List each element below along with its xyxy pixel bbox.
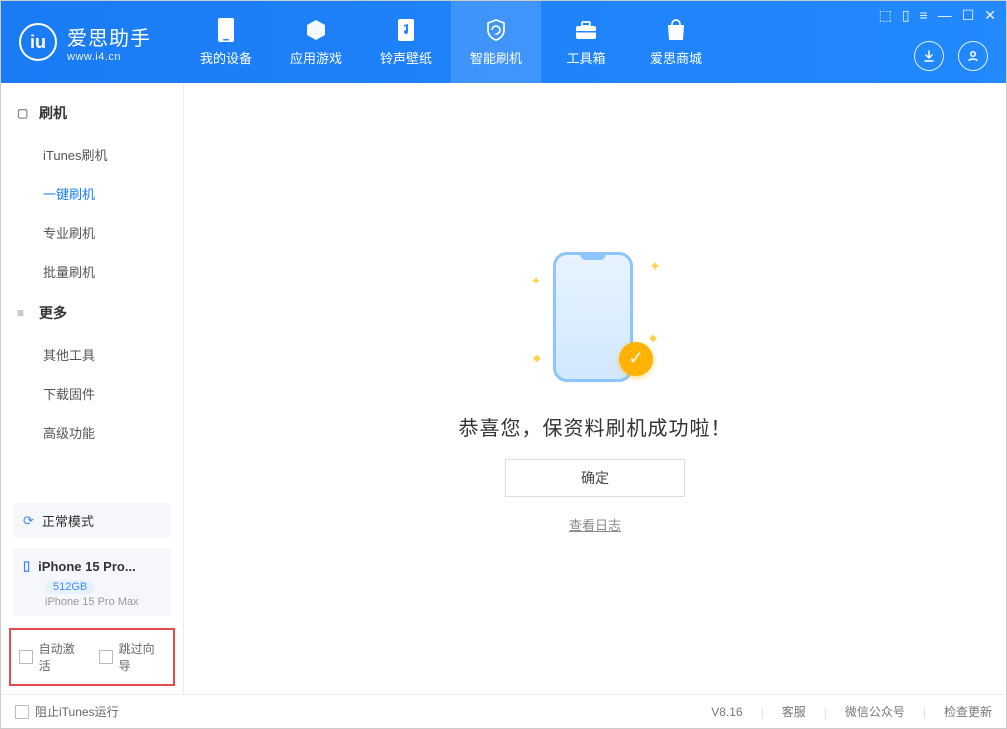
check-update-link[interactable]: 检查更新	[944, 703, 992, 720]
sidebar: ▢ 刷机 iTunes刷机 一键刷机 专业刷机 批量刷机 ≡ 更多 其他工具 下…	[1, 83, 184, 694]
sidebar-item-download-firmware[interactable]: 下载固件	[1, 374, 183, 413]
checkbox-icon	[99, 650, 113, 664]
sidebar-item-itunes-flash[interactable]: iTunes刷机	[1, 135, 183, 174]
wechat-link[interactable]: 微信公众号	[845, 703, 905, 720]
download-button[interactable]	[914, 41, 944, 71]
sidebar-item-batch-flash[interactable]: 批量刷机	[1, 252, 183, 291]
phone-icon	[214, 18, 238, 42]
app-header: iu 爱思助手 www.i4.cn 我的设备 应用游戏 铃声壁纸 智能刷机	[1, 1, 1006, 83]
phone-small-icon: ▯	[23, 558, 30, 574]
sidebar-group-more[interactable]: ≡ 更多	[1, 291, 183, 335]
sparkle-icon: ✦	[531, 274, 541, 288]
close-icon[interactable]: ✕	[984, 7, 996, 24]
app-url: www.i4.cn	[67, 51, 151, 63]
sidebar-item-advanced[interactable]: 高级功能	[1, 413, 183, 452]
flash-options-box: 自动激活 跳过向导	[9, 628, 175, 686]
group-title-label: 刷机	[39, 103, 67, 123]
separator: |	[824, 705, 827, 719]
nav-my-device[interactable]: 我的设备	[181, 1, 271, 83]
main-content: ✓ ✦ ✦ ◆ ◆ 恭喜您，保资料刷机成功啦！ 确定 查看日志	[184, 83, 1006, 694]
group-title-label: 更多	[39, 303, 67, 323]
maximize-icon[interactable]: ☐	[962, 7, 975, 24]
sidebar-item-oneclick-flash[interactable]: 一键刷机	[1, 174, 183, 213]
support-link[interactable]: 客服	[782, 703, 806, 720]
skin-icon[interactable]: ⬚	[879, 7, 892, 24]
cube-icon	[304, 18, 328, 42]
refresh-icon: ⟳	[23, 513, 34, 529]
nav-apps[interactable]: 应用游戏	[271, 1, 361, 83]
nav-ringtones[interactable]: 铃声壁纸	[361, 1, 451, 83]
nav-store[interactable]: 爱思商城	[631, 1, 721, 83]
header-action-icons	[914, 41, 988, 71]
sparkle-icon: ✦	[649, 258, 661, 275]
music-note-icon	[394, 18, 418, 42]
sparkle-icon: ◆	[649, 333, 657, 344]
sparkle-icon: ◆	[533, 353, 541, 364]
nav-label: 我的设备	[200, 48, 252, 67]
auto-activate-option[interactable]: 自动激活	[19, 640, 85, 674]
success-message: 恭喜您，保资料刷机成功啦！	[459, 412, 732, 441]
nav-toolbox[interactable]: 工具箱	[541, 1, 631, 83]
nav-label: 工具箱	[566, 48, 605, 67]
device-full-name: iPhone 15 Pro Max	[45, 596, 161, 608]
user-button[interactable]	[958, 41, 988, 71]
logo-block: iu 爱思助手 www.i4.cn	[1, 1, 171, 83]
nav-label: 铃声壁纸	[380, 48, 432, 67]
device-small-icon: ▢	[17, 106, 31, 120]
device-name: iPhone 15 Pro...	[38, 559, 136, 574]
success-illustration: ✓ ✦ ✦ ◆ ◆	[535, 244, 655, 394]
block-itunes-option[interactable]: 阻止iTunes运行	[15, 703, 119, 720]
skip-wizard-option[interactable]: 跳过向导	[99, 640, 165, 674]
toolbox-icon	[574, 18, 598, 42]
device-mode-bar[interactable]: ⟳ 正常模式	[13, 503, 171, 538]
option-label: 阻止iTunes运行	[35, 703, 119, 720]
app-name: 爱思助手	[67, 22, 151, 51]
nav-label: 智能刷机	[470, 48, 522, 67]
bag-icon	[664, 18, 688, 42]
ok-button[interactable]: 确定	[505, 459, 685, 497]
view-log-link[interactable]: 查看日志	[569, 515, 621, 534]
menu-icon[interactable]: ≡	[920, 7, 928, 24]
sidebar-group-flash[interactable]: ▢ 刷机	[1, 91, 183, 135]
sidebar-item-other-tools[interactable]: 其他工具	[1, 335, 183, 374]
check-badge-icon: ✓	[619, 342, 653, 376]
phone-link-icon[interactable]: ▯	[902, 7, 910, 24]
logo-icon: iu	[19, 23, 57, 61]
nav-label: 应用游戏	[290, 48, 342, 67]
nav-label: 爱思商城	[650, 48, 702, 67]
device-card[interactable]: ▯ iPhone 15 Pro... 512GB iPhone 15 Pro M…	[13, 548, 171, 616]
nav-flash[interactable]: 智能刷机	[451, 1, 541, 83]
list-icon: ≡	[17, 306, 31, 320]
refresh-shield-icon	[484, 18, 508, 42]
mode-label: 正常模式	[42, 511, 94, 530]
minimize-icon[interactable]: —	[938, 7, 952, 24]
option-label: 跳过向导	[119, 640, 165, 674]
separator: |	[923, 705, 926, 719]
footer-bar: 阻止iTunes运行 V8.16 | 客服 | 微信公众号 | 检查更新	[1, 694, 1006, 728]
sidebar-item-pro-flash[interactable]: 专业刷机	[1, 213, 183, 252]
window-controls: ⬚ ▯ ≡ — ☐ ✕	[879, 7, 996, 24]
checkbox-icon	[19, 650, 33, 664]
version-label: V8.16	[711, 705, 742, 719]
option-label: 自动激活	[39, 640, 85, 674]
checkbox-icon	[15, 705, 29, 719]
storage-badge: 512GB	[45, 580, 95, 594]
top-nav: 我的设备 应用游戏 铃声壁纸 智能刷机 工具箱 爱思商城	[181, 1, 721, 83]
separator: |	[761, 705, 764, 719]
